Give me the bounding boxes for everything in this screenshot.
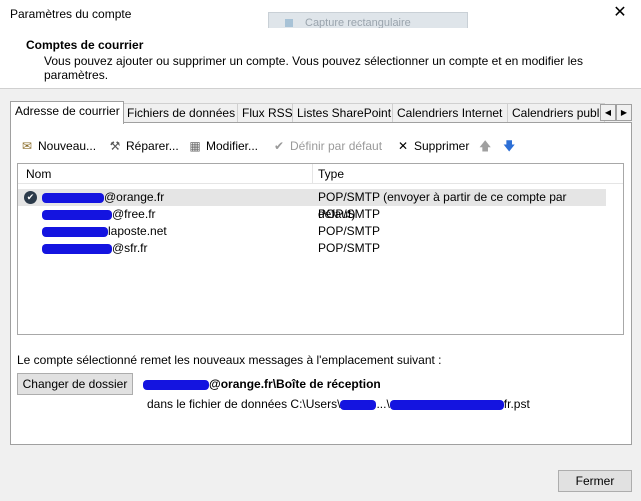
- dialog-body: Adresse de courrier Fichiers de données …: [0, 89, 641, 501]
- accounts-list: Nom Type ✔ @orange.fr POP/SMTP (envoyer …: [17, 163, 624, 335]
- close-button[interactable]: Fermer: [558, 470, 632, 492]
- repair-tools-icon: ⚒: [109, 139, 121, 153]
- redacted-filename: [389, 399, 504, 410]
- tab-internet-calendars[interactable]: Calendriers Internet: [392, 103, 508, 123]
- account-row-laposte[interactable]: laposte.net POP/SMTP: [18, 223, 606, 240]
- account-row-sfr[interactable]: @sfr.fr POP/SMTP: [18, 240, 606, 257]
- redacted-name: [143, 379, 209, 390]
- delete-button-label: Supprimer: [414, 139, 470, 153]
- account-name: laposte.net: [42, 223, 167, 240]
- new-account-icon: ✉: [21, 139, 33, 153]
- modify-button-label: Modifier...: [206, 139, 259, 153]
- window-title: Paramètres du compte: [10, 7, 132, 21]
- delivery-data-file-path: dans le fichier de données C:\Users\ ...\…: [147, 397, 530, 411]
- account-name: @free.fr: [42, 206, 156, 223]
- email-accounts-panel: ✉ Nouveau... ⚒ Réparer... ▦ Modifier... ✔ Dé…: [10, 122, 632, 445]
- default-account-check-icon: ✔: [24, 191, 37, 204]
- account-row-orange[interactable]: ✔ @orange.fr POP/SMTP (envoyer à partir …: [18, 189, 606, 221]
- account-name: @orange.fr: [42, 189, 164, 206]
- account-type: POP/SMTP: [318, 241, 381, 255]
- redacted-name: [42, 226, 108, 237]
- delivery-folder-path: @orange.fr\Boîte de réception: [143, 377, 381, 391]
- delete-button[interactable]: ✕ Supprimer: [395, 137, 469, 155]
- arrow-down-icon[interactable]: 🡇: [503, 137, 515, 155]
- tab-published-calendars[interactable]: Calendriers publi: [507, 103, 605, 123]
- repair-button[interactable]: ⚒ Réparer...: [107, 137, 179, 155]
- close-icon[interactable]: ✕: [608, 3, 632, 23]
- column-header-name[interactable]: Nom: [26, 167, 51, 181]
- account-type: POP/SMTP: [318, 224, 381, 238]
- column-separator: [312, 164, 313, 183]
- dialog-header: Comptes de courrier Vous pouvez ajouter …: [0, 28, 641, 89]
- accounts-list-header: Nom Type: [18, 164, 623, 184]
- account-type: POP/SMTP: [318, 207, 381, 221]
- account-name: @sfr.fr: [42, 240, 148, 257]
- redacted-name: [42, 209, 112, 220]
- set-default-button[interactable]: ✔ Définir par défaut: [271, 137, 382, 155]
- delete-x-icon: ✕: [397, 139, 409, 153]
- title-bar: Paramètres du compte Capture rectangulai…: [0, 0, 641, 34]
- tab-email[interactable]: Adresse de courrier: [10, 101, 124, 124]
- arrow-up-icon[interactable]: 🡅: [479, 137, 491, 155]
- redacted-name: [42, 192, 104, 203]
- check-circle-icon: ✔: [273, 139, 285, 153]
- tab-scroll-left-icon[interactable]: ◀: [600, 104, 616, 121]
- modify-button[interactable]: ▦ Modifier...: [187, 137, 258, 155]
- change-folder-button[interactable]: Changer de dossier: [17, 373, 133, 395]
- modify-icon: ▦: [189, 139, 201, 153]
- redacted-username: [340, 399, 377, 410]
- repair-button-label: Réparer...: [126, 139, 179, 153]
- redacted-name: [42, 243, 112, 254]
- tab-rss-feeds[interactable]: Flux RSS: [237, 103, 293, 123]
- delivery-location-label: Le compte sélectionné remet les nouveaux…: [17, 353, 442, 367]
- header-description: Vous pouvez ajouter ou supprimer un comp…: [44, 54, 583, 82]
- tab-data-files[interactable]: Fichiers de données: [122, 103, 238, 123]
- account-row-free[interactable]: @free.fr POP/SMTP: [18, 206, 606, 223]
- snip-icon: [285, 19, 293, 28]
- tab-sharepoint-lists[interactable]: Listes SharePoint: [292, 103, 393, 123]
- column-header-type[interactable]: Type: [318, 167, 344, 181]
- new-button-label: Nouveau...: [38, 139, 97, 153]
- header-title: Comptes de courrier: [26, 38, 144, 52]
- set-default-button-label: Définir par défaut: [290, 139, 383, 153]
- tab-scroll-right-icon[interactable]: ▶: [616, 104, 632, 121]
- new-button[interactable]: ✉ Nouveau...: [19, 137, 96, 155]
